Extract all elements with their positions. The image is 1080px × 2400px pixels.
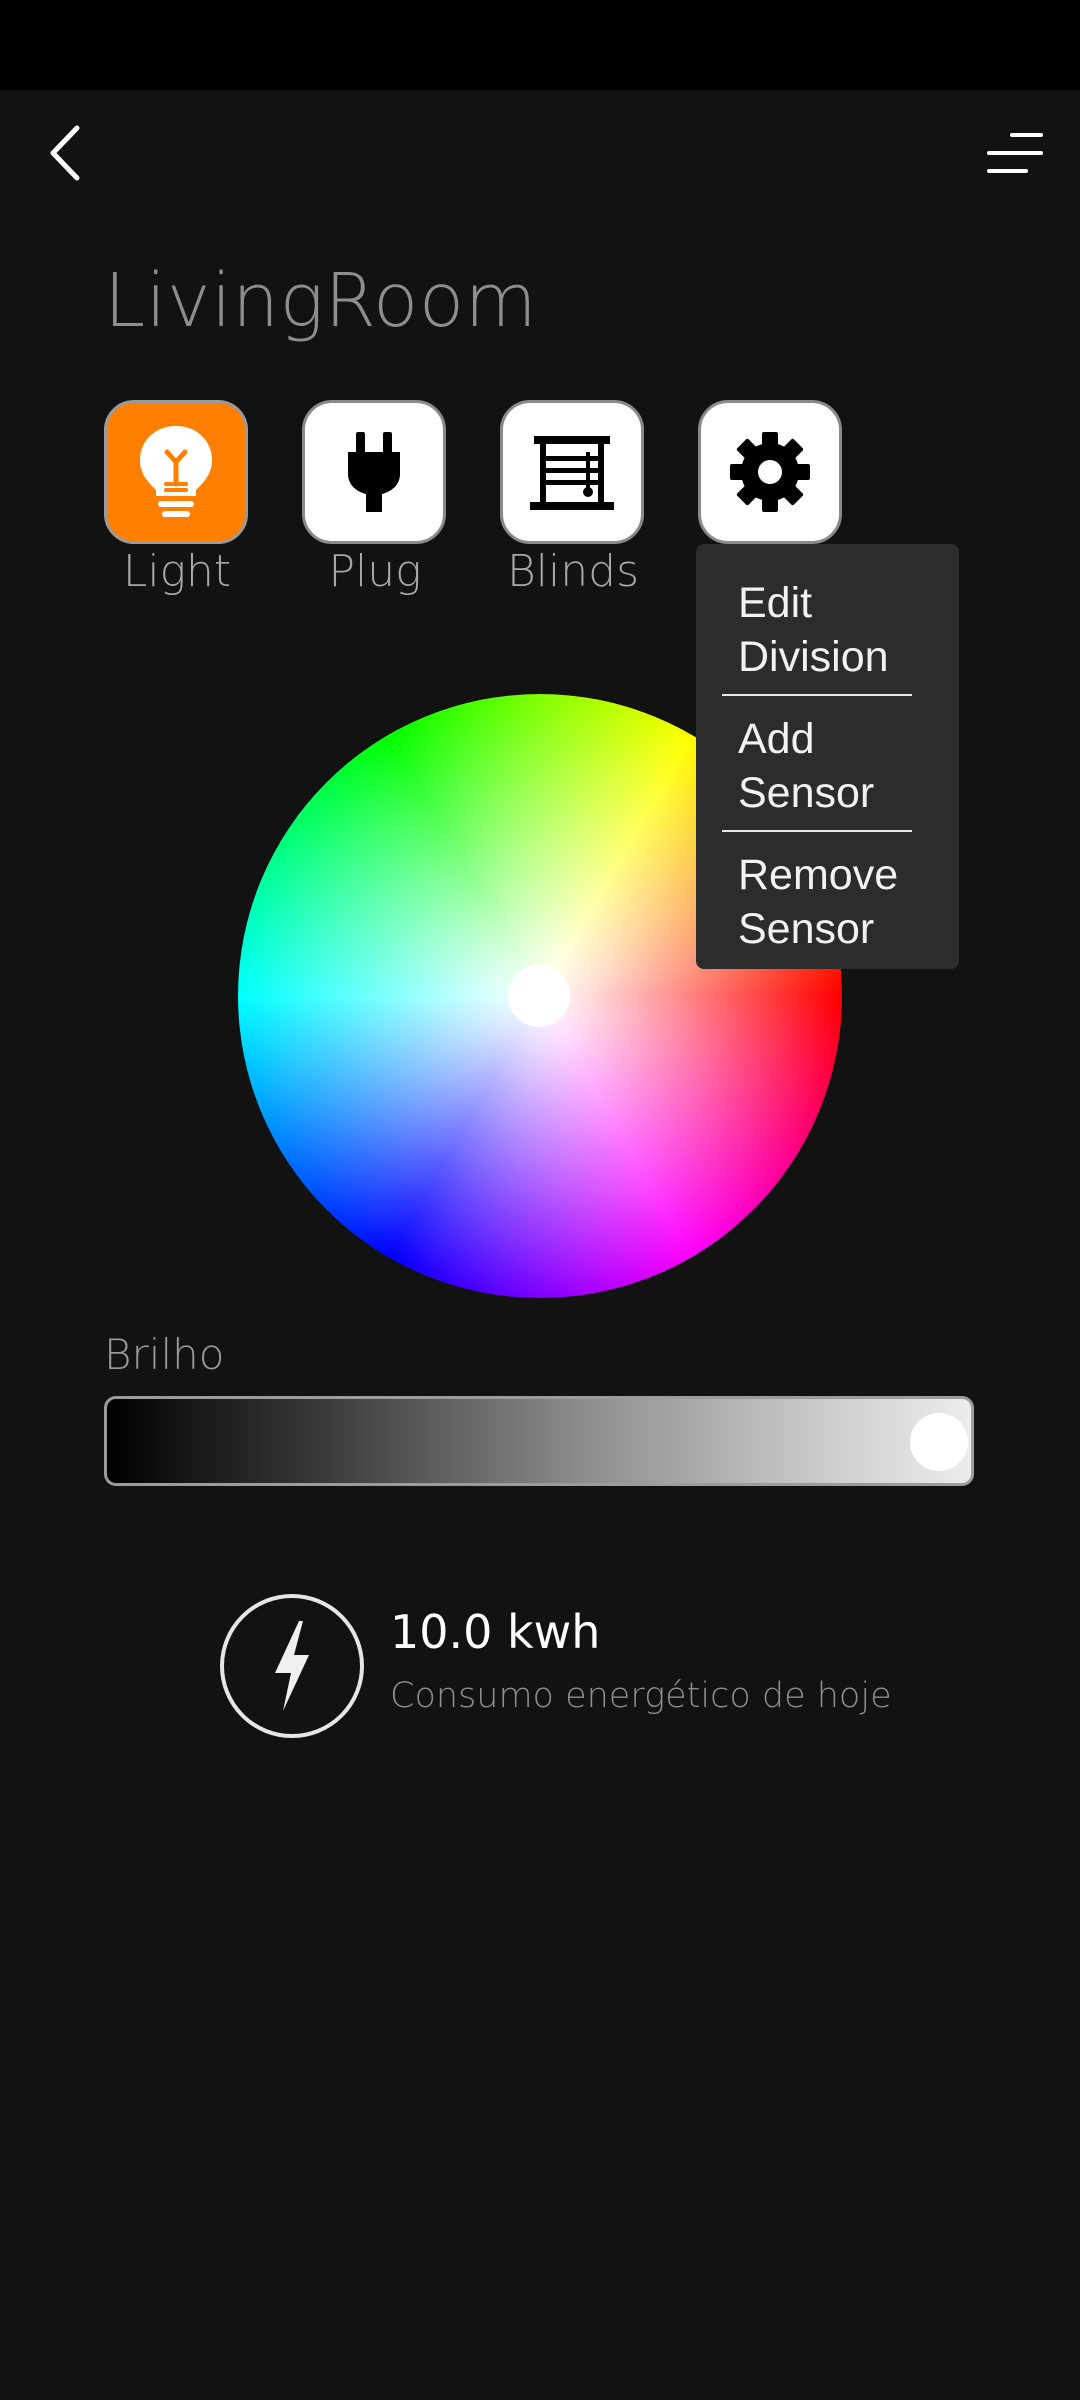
color-wheel-handle[interactable] (508, 965, 570, 1027)
device-tile-light[interactable] (104, 400, 248, 544)
lightning-bolt-icon (275, 1621, 309, 1711)
energy-value: 10.0 kwh (390, 1605, 601, 1659)
settings-dropdown-menu: Edit Division Add Sensor Remove Sensor (696, 544, 959, 969)
device-tile-plug[interactable] (302, 400, 446, 544)
brightness-label: Brilho (104, 1330, 225, 1379)
status-bar (0, 0, 1080, 90)
device-tile-settings[interactable] (698, 400, 842, 544)
menu-button[interactable] (975, 120, 1055, 185)
plug-icon (348, 432, 400, 512)
device-label-blinds: Blinds (507, 546, 639, 597)
device-label-light: Light (122, 546, 232, 597)
device-label-plug: Plug (328, 546, 422, 597)
filter-lines-icon (987, 132, 1043, 173)
back-button[interactable] (30, 115, 100, 190)
lightbulb-icon (140, 426, 212, 517)
page-title: LivingRoom (104, 258, 538, 344)
brightness-slider[interactable] (104, 1396, 974, 1486)
gear-icon (730, 432, 810, 512)
menu-item-remove-sensor[interactable]: Remove Sensor (722, 848, 912, 966)
energy-caption: Consumo energético de hoje (390, 1676, 892, 1716)
menu-item-add-sensor[interactable]: Add Sensor (722, 712, 912, 832)
energy-indicator (220, 1594, 364, 1738)
blinds-icon (530, 436, 614, 510)
menu-item-edit-division[interactable]: Edit Division (722, 576, 912, 696)
device-tile-blinds[interactable] (500, 400, 644, 544)
chevron-left-icon (50, 125, 80, 180)
brightness-slider-thumb[interactable] (910, 1413, 968, 1471)
